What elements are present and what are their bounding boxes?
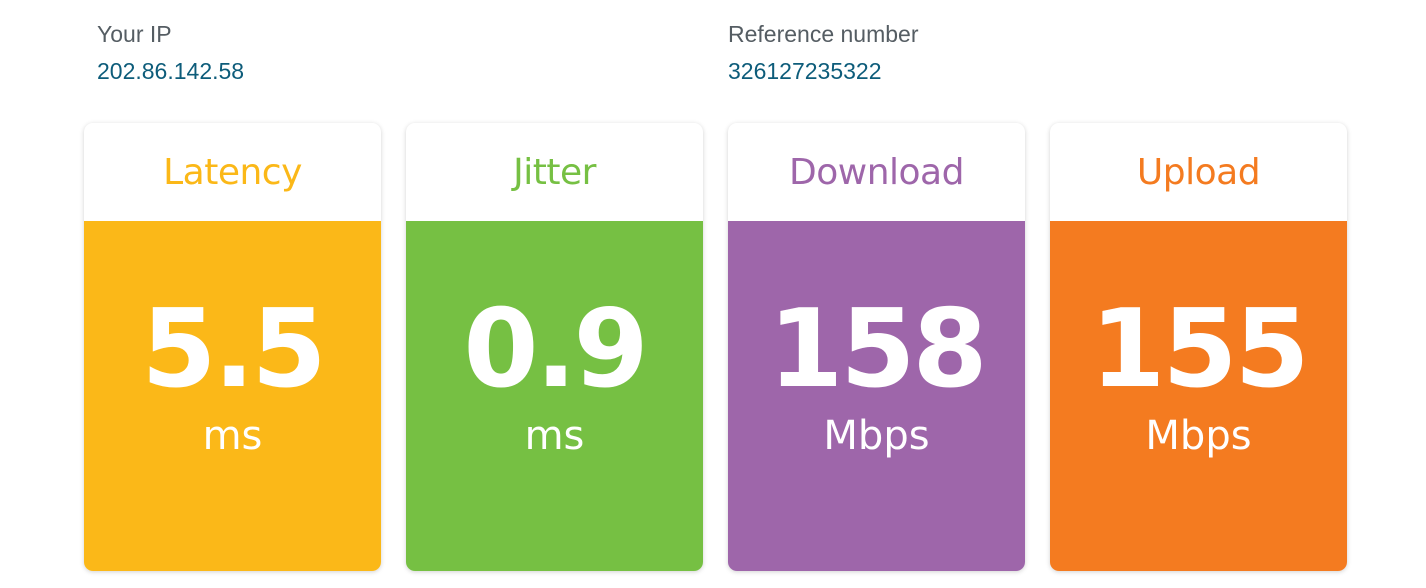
latency-title: Latency [163,151,302,193]
download-value: 158 [768,287,987,412]
ip-info: Your IP 202.86.142.58 [97,18,244,87]
download-unit: Mbps [823,413,930,459]
upload-unit: Mbps [1145,413,1252,459]
upload-title: Upload [1136,151,1261,193]
jitter-body: 0.9 ms [406,221,703,571]
download-title: Download [789,151,964,193]
ip-label: Your IP [97,21,172,47]
jitter-title: Jitter [513,151,596,193]
latency-value: 5.5 [141,287,326,412]
jitter-value: 0.9 [463,287,648,412]
upload-value: 155 [1090,287,1309,412]
upload-card: Upload 155 Mbps [1050,123,1347,571]
result-cards: Latency 5.5 ms Jitter 0.9 ms Download 15… [84,123,1347,571]
jitter-unit: ms [524,413,585,459]
reference-info: Reference number 326127235322 [728,18,919,87]
jitter-card: Jitter 0.9 ms [406,123,703,571]
ip-value: 202.86.142.58 [97,58,245,84]
download-body: 158 Mbps [728,221,1025,571]
reference-value: 326127235322 [728,58,882,84]
latency-unit: ms [202,413,263,459]
upload-body: 155 Mbps [1050,221,1347,571]
latency-body: 5.5 ms [84,221,381,571]
download-card: Download 158 Mbps [728,123,1025,571]
latency-card: Latency 5.5 ms [84,123,381,571]
reference-label: Reference number [728,21,919,47]
